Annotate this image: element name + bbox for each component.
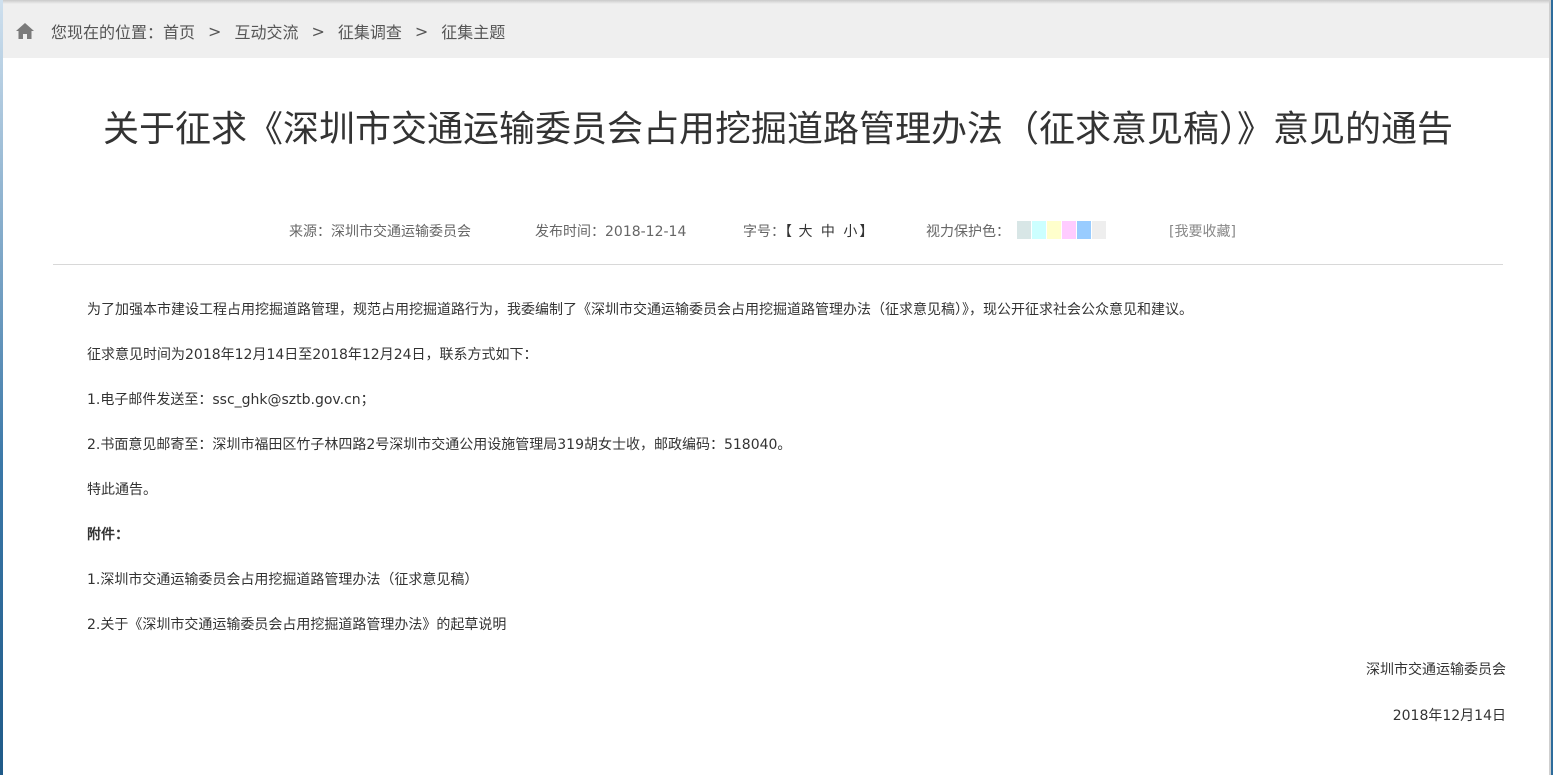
attachments-label: 附件： <box>87 527 129 543</box>
paragraph-period: 征求意见时间为2018年12月14日至2018年12月24日，联系方式如下： <box>87 347 538 363</box>
font-size-large-button[interactable]: 大 <box>798 224 812 240</box>
eye-care-swatch-4[interactable] <box>1062 221 1076 239</box>
paragraph-notice: 特此通告。 <box>87 482 157 498</box>
signature-date: 2018年12月14日 <box>1392 708 1506 724</box>
home-icon[interactable] <box>14 20 36 42</box>
eye-care-swatch-3[interactable] <box>1047 221 1061 239</box>
article-title: 关于征求《深圳市交通运输委员会占用挖掘道路管理办法（征求意见稿）》意见的通告 <box>102 109 1453 150</box>
eye-care-swatch-5[interactable] <box>1077 221 1091 239</box>
breadcrumb-topic[interactable]: 征集主题 <box>441 19 505 43</box>
bracket-close: 】 <box>859 224 874 240</box>
article-meta: 来源：深圳市交通运输委员会 发布时间：2018-12-14 字号：【 大 中 小… <box>3 218 1551 242</box>
font-size-small-button[interactable]: 小 <box>843 224 857 240</box>
breadcrumb-separator: > <box>208 21 222 41</box>
breadcrumb-prefix: 您现在的位置： <box>51 23 164 42</box>
breadcrumb-interaction[interactable]: 互动交流 <box>234 19 298 43</box>
eye-care-swatches <box>1017 221 1106 239</box>
divider <box>53 264 1503 265</box>
eye-care-swatch-6[interactable] <box>1092 221 1106 239</box>
breadcrumb-separator: > <box>414 21 429 41</box>
eye-care-swatch-2[interactable] <box>1032 221 1046 239</box>
font-size-medium-button[interactable]: 中 <box>821 224 835 240</box>
breadcrumb-home[interactable]: 首页 <box>163 19 195 43</box>
paragraph-email: 1.电子邮件发送至：ssc_ghk@sztb.gov.cn； <box>87 392 375 408</box>
font-size-label: 字号： <box>743 224 785 240</box>
publish-date: 发布时间：2018-12-14 <box>535 224 687 240</box>
scrollbar[interactable] <box>1549 0 1551 775</box>
attachment-link-2[interactable]: 2.关于《深圳市交通运输委员会占用挖掘道路管理办法》的起草说明 <box>87 614 506 634</box>
favorite-link[interactable]: [我要收藏] <box>1169 221 1236 241</box>
eye-care-label: 视力保护色： <box>926 224 1010 240</box>
breadcrumb-survey[interactable]: 征集调查 <box>338 19 402 43</box>
font-size-control: 字号：【 大 中 小】 <box>743 221 873 241</box>
eye-care-swatch-1[interactable] <box>1017 221 1031 239</box>
signature: 深圳市交通运输委员会 <box>1366 662 1506 678</box>
article-source: 来源：深圳市交通运输委员会 <box>289 224 471 240</box>
paragraph-mail: 2.书面意见邮寄至：深圳市福田区竹子林四路2号深圳市交通公用设施管理局319胡女… <box>87 437 792 453</box>
bracket-open: 【 <box>785 224 792 240</box>
page: 您现在的位置： 首页 > 互动交流 > 征集调查 > 征集主题 关于征求《深圳市… <box>3 0 1551 775</box>
breadcrumb-separator: > <box>311 21 325 41</box>
paragraph-intro: 为了加强本市建设工程占用挖掘道路管理，规范占用挖掘道路行为，我委编制了《深圳市交… <box>87 302 1193 318</box>
attachment-link-1[interactable]: 1.深圳市交通运输委员会占用挖掘道路管理办法（征求意见稿） <box>87 569 478 589</box>
breadcrumb: 您现在的位置： 首页 > 互动交流 > 征集调查 > 征集主题 <box>3 4 1551 58</box>
